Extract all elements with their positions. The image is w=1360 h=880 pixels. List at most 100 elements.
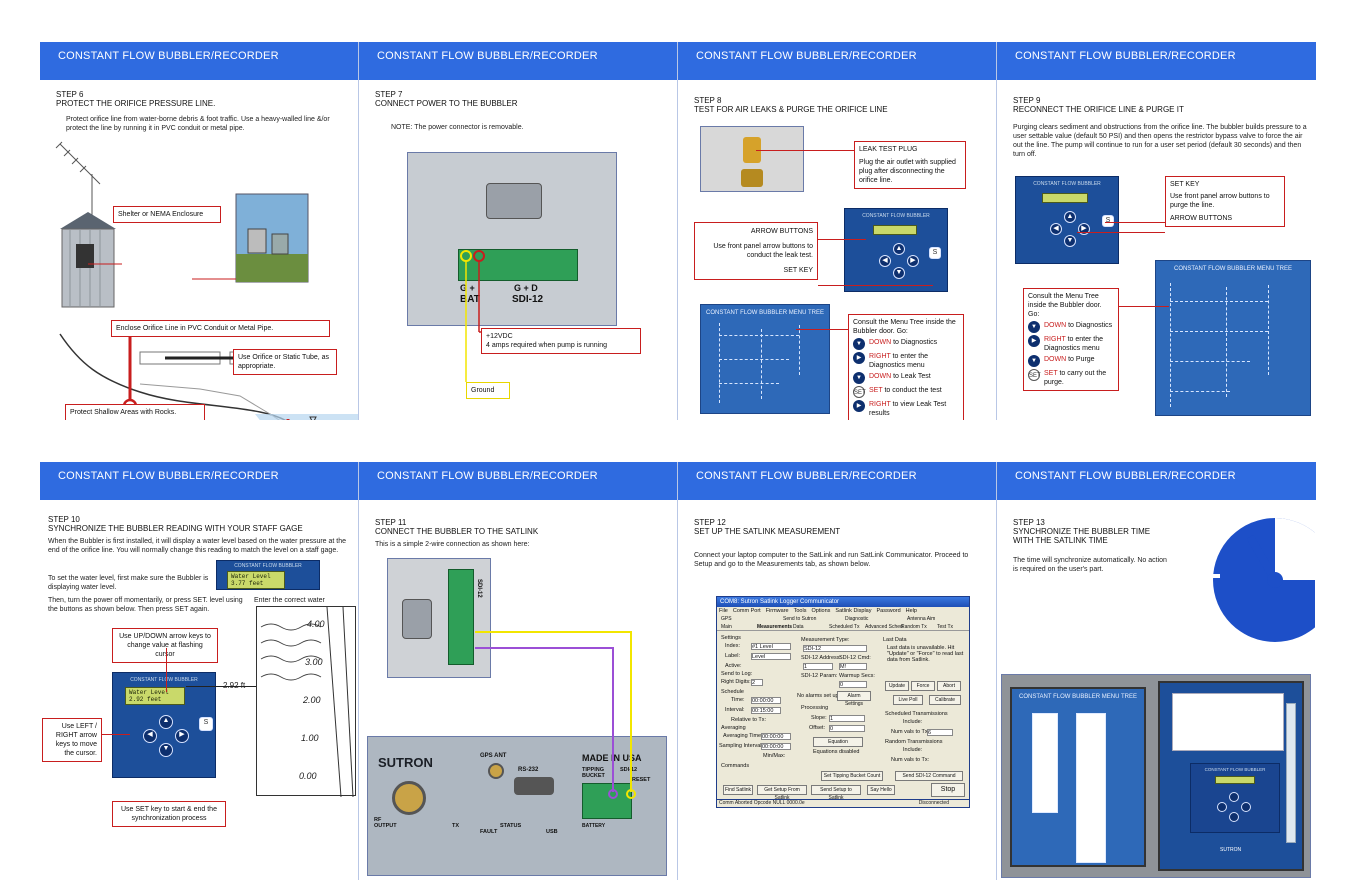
satlink-window: COM8: Sutron Satlink Logger Communicator… — [716, 596, 970, 801]
numvals-input[interactable]: 6 — [927, 729, 953, 736]
window-titlebar: COM8: Sutron Satlink Logger Communicator — [717, 597, 969, 607]
numvals2-label: Num vals to Tx: — [891, 757, 930, 763]
down-arrow-icon[interactable]: ▼ — [159, 743, 173, 757]
eqdis-label: Equations disabled — [813, 749, 860, 755]
get-setup-button[interactable]: Get Setup From Satlink — [757, 785, 807, 801]
panel-header: CONSTANT FLOW BUBBLER/RECORDER — [678, 42, 996, 80]
right-arrow-icon[interactable]: ▶ — [907, 255, 919, 267]
setkey-body: Use front panel arrow buttons to purge t… — [1170, 193, 1270, 209]
livepoll-button[interactable]: Live Poll — [893, 695, 923, 705]
sdicmd-select[interactable]: M! — [839, 663, 867, 670]
rdig-input[interactable]: 2 — [751, 679, 763, 686]
send-setup-button[interactable]: Send Setup to Satlink — [811, 785, 861, 801]
panel-step11: CONSTANT FLOW BUBBLER/RECORDER STEP 11 C… — [359, 462, 678, 880]
menu-step-key: DOWN — [1044, 322, 1067, 329]
para-1: When the Bubbler is first installed, it … — [48, 538, 347, 554]
menu-item[interactable]: Help — [906, 608, 917, 614]
menu-tree-image: CONSTANT FLOW BUBBLER MENU TREE — [1155, 260, 1311, 416]
enclosure-interior: CONSTANT FLOW BUBBLER SUTRON — [1158, 681, 1304, 871]
menu-item[interactable]: Tools — [794, 608, 807, 614]
set-key-icon[interactable]: S — [1102, 215, 1114, 227]
right-arrow-icon[interactable]: ▶ — [175, 729, 189, 743]
left-arrow-icon[interactable]: ◀ — [143, 729, 157, 743]
step-title: SET UP THE SATLINK MEASUREMENT — [694, 527, 841, 536]
up-arrow-icon[interactable]: ▲ — [893, 243, 905, 255]
tab-scheduled-tx[interactable]: Scheduled Tx — [829, 623, 859, 631]
left-arrow-icon[interactable]: ◀ — [879, 255, 891, 267]
tab-main[interactable]: Main — [721, 623, 732, 631]
tab-diagnostic[interactable]: Diagnostic — [845, 615, 868, 623]
down-arrow-icon[interactable]: ▼ — [1064, 235, 1076, 247]
menu-intro: Consult the Menu Tree inside the Bubbler… — [1028, 293, 1102, 318]
menu-item[interactable]: Comm Port — [733, 608, 761, 614]
leader-line — [1105, 222, 1165, 223]
tab-random-tx[interactable]: Random Tx — [901, 623, 927, 631]
callout-power: +12VDC 4 amps required when pump is runn… — [481, 328, 641, 354]
find-satlink-button[interactable]: Find Satlink — [723, 785, 753, 795]
abort-button[interactable]: Abort — [937, 681, 961, 691]
clock-icon — [1210, 518, 1315, 642]
menu-item[interactable]: Satlink Display — [835, 608, 871, 614]
label-input[interactable]: Level — [751, 653, 791, 660]
label-label: Label: — [725, 653, 740, 659]
callout-setkey: Use SET key to start & end the synchroni… — [112, 801, 226, 827]
menu-item[interactable]: Password — [877, 608, 901, 614]
menu-item[interactable]: File — [719, 608, 728, 614]
tab-measurements[interactable]: Measurements — [757, 623, 792, 631]
time-input[interactable]: 00:00:00 — [751, 697, 781, 704]
down-arrow-icon[interactable]: ▼ — [893, 267, 905, 279]
send-sdi-button[interactable]: Send SDI-12 Command — [895, 771, 963, 781]
update-button[interactable]: Update — [885, 681, 909, 691]
down-arrow-icon: ▼ — [1028, 321, 1040, 333]
calibrate-button[interactable]: Calibrate — [929, 695, 961, 705]
right-arrow-icon[interactable] — [1241, 802, 1251, 812]
shelter-icon — [60, 212, 116, 308]
say-hello-button[interactable]: Say Hello — [867, 785, 895, 795]
offset-input[interactable]: 0 — [829, 725, 865, 732]
up-arrow-icon[interactable]: ▲ — [1064, 211, 1076, 223]
set-key-icon[interactable]: S — [199, 717, 213, 731]
set-tipping-button[interactable]: Set Tipping Bucket Count — [821, 771, 883, 781]
down-arrow-icon[interactable] — [1229, 812, 1239, 822]
right-arrow-icon[interactable]: ▶ — [1078, 223, 1090, 235]
step-heading: STEP 12 SET UP THE SATLINK MEASUREMENT — [694, 518, 840, 536]
right-arrow-icon: ▶ — [853, 352, 865, 364]
up-arrow-icon[interactable]: ▲ — [159, 715, 173, 729]
menu-step-key: DOWN — [1044, 356, 1067, 363]
tab-send-to-sutron[interactable]: Send to Sutron — [783, 615, 816, 623]
panel-header: CONSTANT FLOW BUBBLER/RECORDER — [40, 462, 358, 500]
stop-button[interactable]: Stop — [931, 783, 965, 797]
lastdata-label: Last Data — [883, 637, 907, 643]
menu-step-key: DOWN — [869, 373, 892, 380]
sdiaddr-select[interactable]: 1 — [803, 663, 833, 670]
menu-item[interactable]: Firmware — [766, 608, 789, 614]
leader-line — [1077, 232, 1165, 233]
index-select[interactable]: #1 Level — [751, 643, 791, 650]
menu-step-item: ▼ DOWN to Purge — [1028, 355, 1114, 367]
slope-input[interactable]: 1 — [829, 715, 865, 722]
tab-test-tx[interactable]: Test Tx — [937, 623, 953, 631]
force-button[interactable]: Force — [911, 681, 935, 691]
left-arrow-icon[interactable]: ◀ — [1050, 223, 1062, 235]
avgtime-input[interactable]: 00:00:00 — [761, 733, 791, 740]
alarm-settings-button[interactable]: Alarm Settings — [837, 691, 871, 707]
menu-step-rest: to Leak Test — [891, 373, 931, 380]
tab-gps[interactable]: GPS — [721, 615, 732, 623]
warmup-input[interactable]: 0 — [839, 681, 867, 688]
left-arrow-icon[interactable] — [1217, 802, 1227, 812]
up-arrow-icon[interactable] — [1229, 792, 1239, 802]
menu-item[interactable]: Options — [811, 608, 830, 614]
interval-input[interactable]: 00:15:00 — [751, 707, 781, 714]
para-3: Then, turn the power off momentarily, or… — [48, 597, 243, 613]
menu-step-rest: to Diagnostics — [891, 339, 938, 346]
set-key-icon[interactable]: S — [929, 247, 941, 259]
sampint-input[interactable]: 00:00:00 — [761, 743, 791, 750]
tab-advanced-sched[interactable]: Advanced Sched — [865, 623, 903, 631]
menu-intro: Consult the Menu Tree inside the Bubbler… — [853, 319, 956, 335]
mtype-select[interactable]: SDI-12 — [803, 645, 867, 652]
tab-antenna-aim[interactable]: Antenna Aim — [907, 615, 935, 623]
step-number: STEP 9 — [1013, 96, 1041, 105]
equation-button[interactable]: Equation — [813, 737, 863, 747]
tab-data[interactable]: Data — [793, 623, 804, 631]
mtype-label: Measurement Type: — [801, 637, 850, 643]
